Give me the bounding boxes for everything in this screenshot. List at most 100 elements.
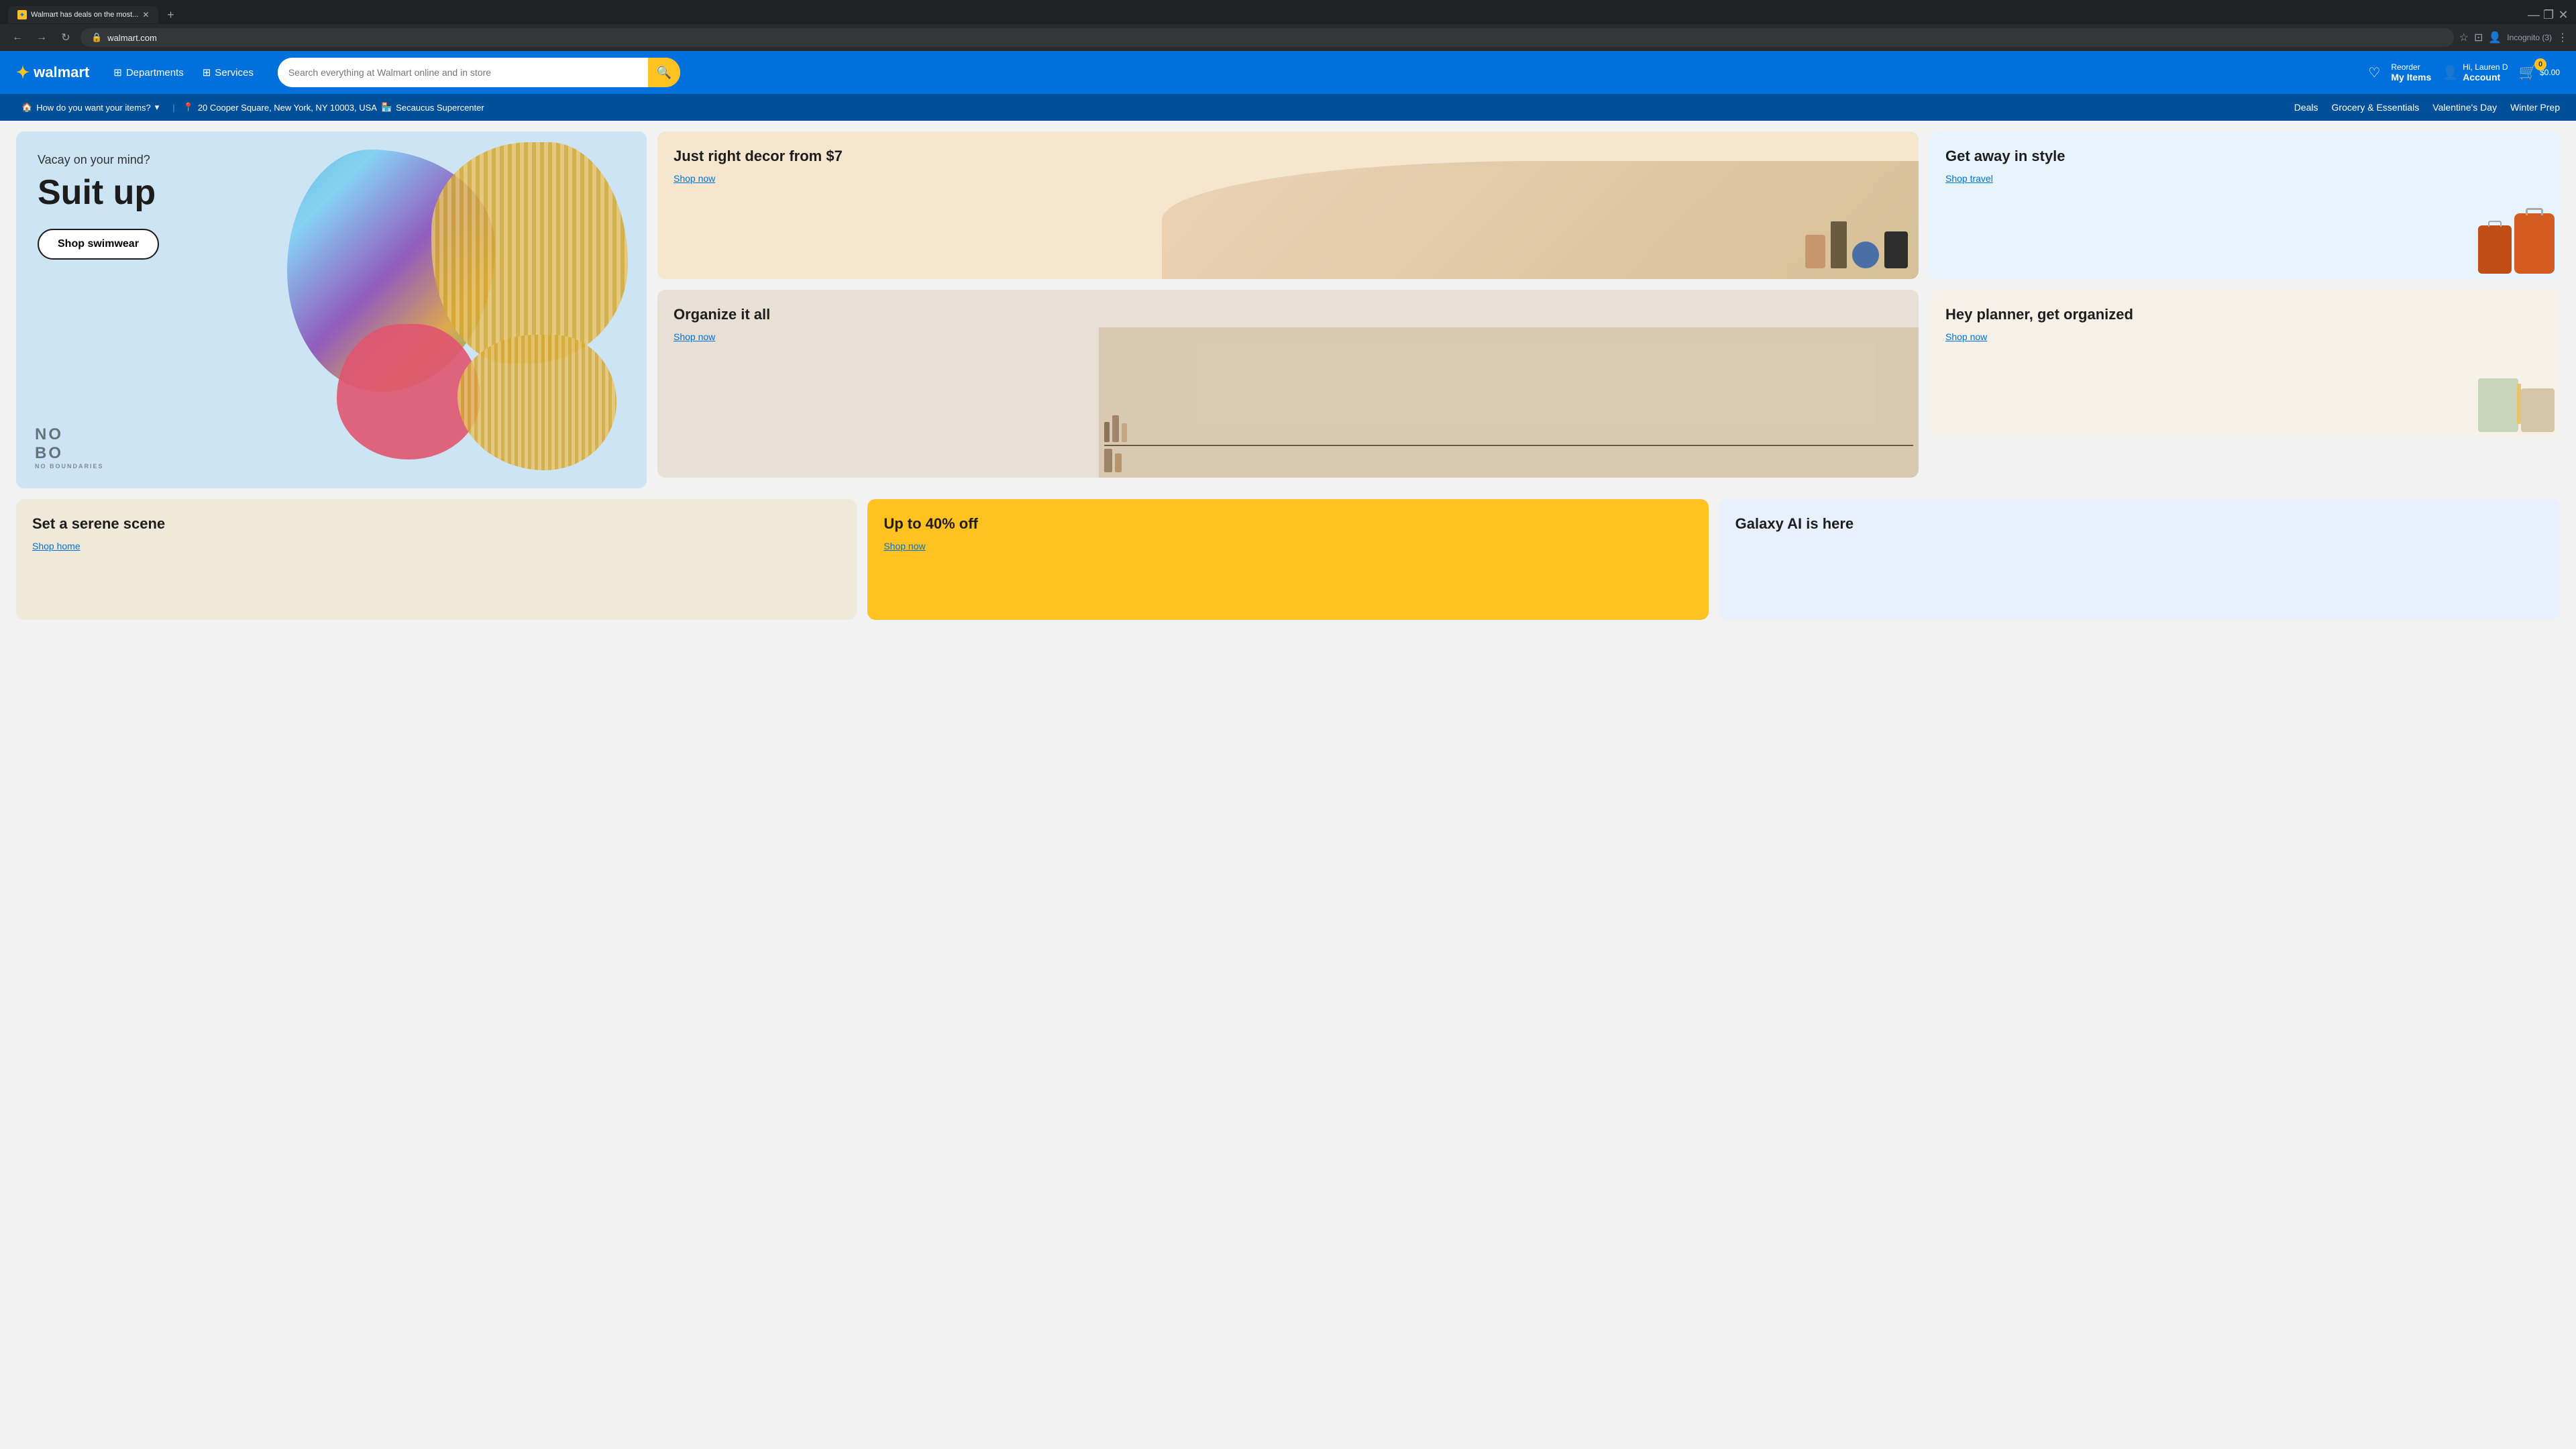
profile-icon[interactable]: 👤 [2488,31,2502,44]
tab-favicon: ✦ [17,10,27,19]
planner-image [2208,321,2555,432]
my-items-label: My Items [2391,72,2431,83]
walmart-logo[interactable]: ✦ walmart [16,63,89,83]
sub-nav: 🏠 How do you want your items? ▾ | 📍 20 C… [0,94,2576,121]
hero-title: Suit up [38,172,625,213]
pencil [2517,384,2521,424]
address-bar[interactable]: 🔒 walmart.com [80,28,2454,47]
back-button[interactable]: ← [8,28,27,47]
browser-chrome: ✦ Walmart has deals on the most... ✕ + —… [0,0,2576,24]
window-controls: — ❐ ✕ [2529,10,2568,19]
chevron-down-icon: ▾ [155,102,160,113]
brand-tagline: NO BOUNDARIES [35,463,104,470]
item-2 [1115,453,1122,472]
location-info: 📍 20 Cooper Square, New York, NY 10003, … [183,102,484,113]
galaxy-card[interactable]: Galaxy AI is here [1719,499,2560,620]
active-tab[interactable]: ✦ Walmart has deals on the most... ✕ [8,6,158,23]
main-content: Just right decor from $7 Shop now Organi… [0,121,2576,499]
hero-eyebrow: Vacay on your mind? [38,153,625,167]
tab-title: Walmart has deals on the most... [31,11,138,19]
tab-close-button[interactable]: ✕ [142,10,149,19]
address-text: 20 Cooper Square, New York, NY 10003, US… [198,103,377,113]
bottom-row: Set a serene scene Shop home Up to 40% o… [0,499,2576,631]
menu-icon[interactable]: ⋮ [2557,31,2568,44]
header-nav: ⊞ Departments ⊞ Services [105,62,262,83]
bikini-bottom-gold [458,335,616,470]
maximize-button[interactable]: ❐ [2544,10,2553,19]
close-window-button[interactable]: ✕ [2559,10,2568,19]
tab-bar: ✦ Walmart has deals on the most... ✕ + [8,5,180,24]
cart-badge: 0 [2534,58,2546,70]
nav-divider: | [172,103,174,113]
serene-card-title: Set a serene scene [32,515,841,533]
reload-button[interactable]: ↻ [56,28,75,47]
wishlist-button[interactable]: ♡ [2368,64,2380,81]
delivery-selector[interactable]: 🏠 How do you want your items? ▾ [16,99,164,115]
search-input[interactable] [278,60,648,85]
delivery-label: How do you want your items? [36,103,151,113]
search-button[interactable]: 🔍 [648,58,680,87]
departments-label: Departments [126,67,184,78]
services-button[interactable]: ⊞ Services [195,62,262,83]
tall-candle-icon [1831,221,1847,268]
left-column: Just right decor from $7 Shop now Organi… [657,131,1919,478]
hero-banner[interactable]: Vacay on your mind? Suit up Shop swimwea… [16,131,647,488]
winter-prep-link[interactable]: Winter Prep [2510,99,2560,115]
bookmark-icon[interactable]: ☆ [2459,31,2469,44]
small-suitcase [2478,225,2512,274]
minimize-button[interactable]: — [2529,10,2538,19]
split-screen-icon[interactable]: ⊡ [2474,31,2483,44]
discount-shop-now-link[interactable]: Shop now [883,541,1692,551]
account-icon: 👤 [2442,64,2459,81]
valentines-link[interactable]: Valentine's Day [2432,99,2497,115]
planner-card[interactable]: Hey planner, get organized Shop now [1929,290,2560,437]
organize-card[interactable]: Organize it all Shop now [657,290,1919,478]
travel-card[interactable]: Get away in style Shop travel [1929,131,2560,279]
notebook-2 [2521,388,2555,432]
store-icon: 🏪 [381,102,392,113]
decor-card[interactable]: Just right decor from $7 Shop now [657,131,1919,279]
reorder-button[interactable]: Reorder My Items [2391,62,2431,83]
departments-icon: ⊞ [113,66,122,78]
shelf-row-2 [1104,449,1913,472]
cart-button[interactable]: 0 🛒 $0.00 [2519,64,2560,81]
logo-text: walmart [34,64,89,81]
deals-link[interactable]: Deals [2294,99,2318,115]
shop-home-link[interactable]: Shop home [32,541,841,551]
item-1 [1104,449,1112,472]
header-actions: ♡ Reorder My Items 👤 Hi, Lauren D Accoun… [2368,62,2560,83]
grocery-link[interactable]: Grocery & Essentials [2332,99,2420,115]
search-bar[interactable]: 🔍 [278,58,680,87]
serene-card[interactable]: Set a serene scene Shop home [16,499,857,620]
shelf-row [1104,415,1913,442]
reorder-text: Reorder My Items [2391,62,2431,83]
right-column: Get away in style Shop travel Hey planne… [1929,131,2560,478]
departments-button[interactable]: ⊞ Departments [105,62,191,83]
walmart-header: ✦ walmart ⊞ Departments ⊞ Services 🔍 ♡ R… [0,51,2576,94]
store-text: Secaucus Supercenter [396,103,484,113]
shop-swimwear-button[interactable]: Shop swimwear [38,229,159,260]
travel-image [2213,154,2560,279]
large-suitcase [2514,213,2555,274]
url-text: walmart.com [107,33,157,43]
new-tab-button[interactable]: + [161,5,180,24]
brand-logo: NO BO NO BOUNDARIES [35,425,104,470]
candle-icon [1805,235,1825,268]
location-pin-icon: 📍 [183,102,194,113]
organize-card-title: Organize it all [674,306,1902,323]
account-label: Account [2463,72,2508,83]
lock-icon: 🔒 [91,32,102,43]
brand-text-2: BO [35,444,104,463]
shelf-divider [1104,445,1913,446]
forward-button[interactable]: → [32,28,51,47]
discount-card[interactable]: Up to 40% off Shop now [867,499,1708,620]
services-icon: ⊞ [203,66,211,78]
incognito-label: Incognito (3) [2507,33,2552,42]
account-button[interactable]: 👤 Hi, Lauren D Account [2442,62,2508,83]
browser-nav: ← → ↻ 🔒 walmart.com ☆ ⊡ 👤 Incognito (3) … [0,24,2576,51]
galaxy-card-title: Galaxy AI is here [1735,515,2544,533]
services-label: Services [215,67,254,78]
discount-card-title: Up to 40% off [883,515,1692,533]
account-greeting: Hi, Lauren D [2463,62,2508,72]
shoe-3 [1122,423,1127,442]
